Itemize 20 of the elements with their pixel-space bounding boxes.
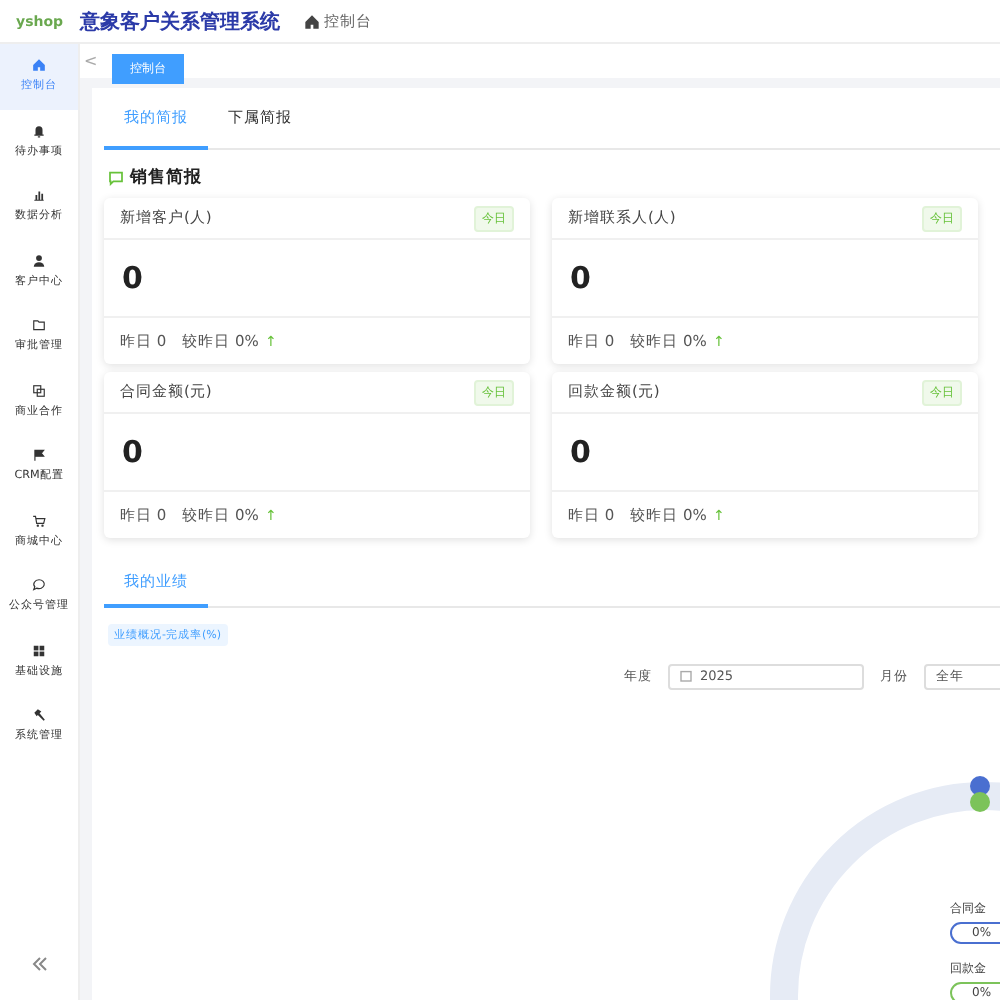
stat-value: 0 xyxy=(552,240,978,318)
flag-icon xyxy=(32,448,46,463)
stat-value: 0 xyxy=(104,414,530,492)
chat-icon xyxy=(32,578,46,593)
home-icon xyxy=(304,13,320,29)
chart-icon xyxy=(32,188,46,203)
bell-icon xyxy=(32,123,46,138)
home-icon xyxy=(32,58,46,73)
app-title: 意象客户关系管理系统 xyxy=(80,8,280,35)
folder-icon xyxy=(32,318,46,333)
user-icon xyxy=(32,253,46,268)
stat-value: 0 xyxy=(552,414,978,492)
hammer-icon xyxy=(32,708,46,723)
stat-value: 0 xyxy=(104,240,530,318)
copy-icon xyxy=(32,383,46,398)
grid-icon xyxy=(32,643,46,658)
calendar-icon xyxy=(680,670,692,682)
chat-icon xyxy=(108,170,124,186)
cart-icon xyxy=(32,513,46,528)
section-title: 销售简报 xyxy=(130,166,202,190)
